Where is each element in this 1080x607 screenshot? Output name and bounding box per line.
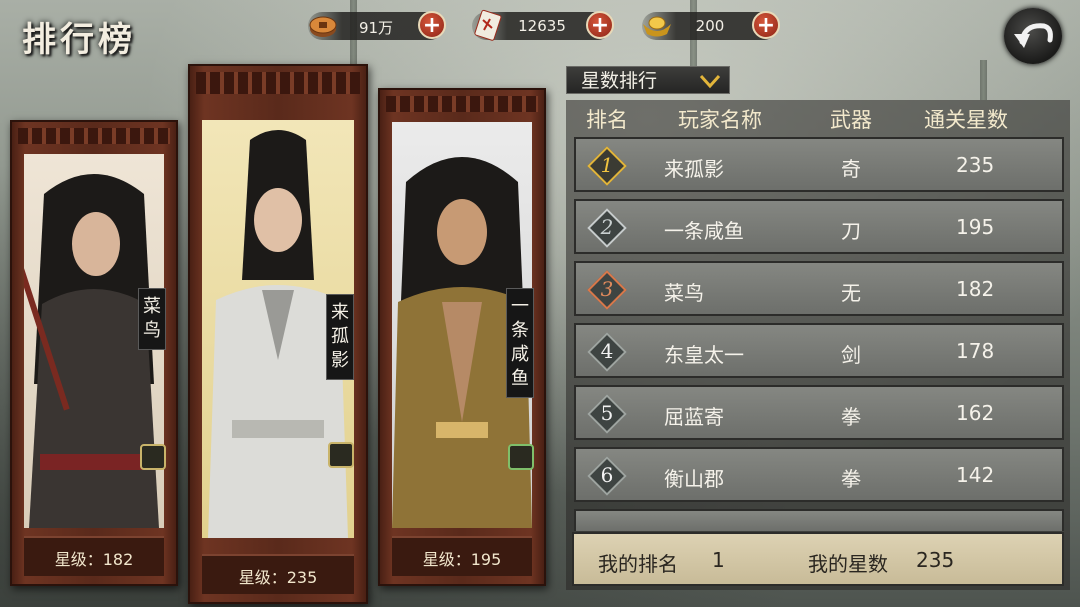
talisman-card-icon (474, 9, 502, 41)
ingot-value: 200 (695, 17, 725, 35)
header-stars: 通关星数 (924, 108, 1008, 132)
podium-card-rank-3[interactable]: 菜 鸟 星级：182 (10, 120, 178, 586)
weapon-value: 拳 (841, 467, 861, 491)
resource-ingot: 200 + (642, 11, 780, 40)
header-player-name: 玩家名称 (678, 108, 762, 132)
stars-value: 182 (956, 277, 995, 301)
fist-weapon-icon (140, 444, 166, 470)
my-stars-value: 235 (916, 548, 955, 572)
podium-card-rank-1[interactable]: 来 孤 影 星级：235 (188, 64, 368, 604)
rank-value: 1 (600, 153, 614, 177)
stars-value: 195 (956, 215, 995, 239)
weapon-value: 刀 (841, 219, 861, 243)
weapon-value: 无 (841, 281, 861, 305)
player-name: 屈蓝寄 (664, 405, 724, 429)
name-char: 一 (511, 296, 529, 317)
stars-bar: 星级：182 (24, 536, 164, 576)
name-char: 条 (511, 320, 529, 341)
rank-value: 3 (600, 277, 614, 301)
back-button[interactable] (1004, 8, 1062, 64)
rank-value: 2 (600, 215, 614, 239)
player-name: 来孤影 (664, 157, 724, 181)
resource-talisman: 12635 + (472, 9, 614, 41)
table-row[interactable]: 6 衡山郡 拳 142 (574, 447, 1064, 502)
rank-bronze-icon: 3 (586, 269, 628, 311)
player-name: 一条咸鱼 (664, 219, 744, 243)
talisman-value: 12635 (518, 17, 566, 35)
name-char: 鸟 (143, 320, 161, 341)
table-header: 排名 玩家名称 武器 通关星数 (566, 104, 1070, 134)
chevron-down-icon (699, 74, 721, 89)
player-name: 东皇太一 (664, 343, 744, 367)
header-weapon: 武器 (830, 108, 872, 132)
stars-value: 142 (956, 463, 995, 487)
add-ingot-button[interactable]: + (752, 11, 780, 39)
screen-title: 排行榜 (22, 20, 136, 60)
my-stars-label: 我的星数 (808, 552, 888, 576)
coins-value: 91万 (358, 19, 394, 37)
rank-badge-icon: 6 (586, 455, 628, 497)
table-row[interactable]: 3 菜鸟 无 182 (574, 261, 1064, 316)
podium-card-rank-2[interactable]: 一 条 咸 鱼 星级：195 (378, 88, 546, 586)
table-row-partial[interactable] (574, 509, 1064, 531)
card-carving (386, 96, 538, 112)
coin-icon (309, 16, 337, 37)
sword-weapon-icon (508, 444, 534, 470)
rank-value: 6 (600, 463, 614, 487)
stars-bar: 星级：195 (392, 536, 532, 576)
name-char: 来 (331, 302, 349, 323)
rank-badge-icon: 5 (586, 393, 628, 435)
star-level-label: 星级：182 (54, 550, 134, 569)
table-row[interactable]: 2 一条咸鱼 刀 195 (574, 199, 1064, 254)
stars-value: 162 (956, 401, 995, 425)
table-row[interactable]: 1 来孤影 奇 235 (574, 137, 1064, 192)
add-talisman-button[interactable]: + (586, 11, 614, 39)
name-char: 菜 (143, 296, 161, 317)
name-char: 咸 (511, 344, 529, 365)
star-level-label: 星级：235 (238, 568, 318, 587)
card-carving (18, 128, 170, 144)
sort-dropdown[interactable]: 星数排行 (566, 66, 730, 94)
stars-value: 178 (956, 339, 995, 363)
player-name: 菜鸟 (664, 281, 704, 305)
name-char: 影 (331, 350, 349, 371)
fist-weapon-icon (328, 442, 354, 468)
weapon-value: 拳 (841, 405, 861, 429)
gold-ingot-icon (643, 16, 671, 37)
my-rank-value: 1 (712, 548, 725, 572)
rank-badge-icon: 4 (586, 331, 628, 373)
name-char: 鱼 (511, 368, 529, 389)
resource-coins: 91万 + (308, 11, 446, 40)
rank-value: 5 (600, 401, 614, 425)
add-coins-button[interactable]: + (418, 11, 446, 39)
back-arrow-icon (1014, 23, 1053, 48)
my-ranking-bar: 我的排名 1 我的星数 235 (572, 532, 1064, 586)
star-level-label: 星级：195 (422, 550, 502, 569)
sort-label: 星数排行 (581, 70, 658, 92)
my-rank-label: 我的排名 (598, 552, 678, 576)
rank-gold-icon: 1 (586, 145, 628, 187)
table-row[interactable]: 4 东皇太一 剑 178 (574, 323, 1064, 378)
stars-bar: 星级：235 (202, 554, 354, 594)
stars-value: 235 (956, 153, 995, 177)
name-char: 孤 (331, 326, 349, 347)
rank-value: 4 (600, 339, 614, 363)
rank-silver-icon: 2 (586, 207, 628, 249)
player-name-vertical: 来 孤 影 (326, 294, 354, 380)
player-name: 衡山郡 (664, 467, 724, 491)
weapon-value: 剑 (841, 343, 861, 367)
weapon-value: 奇 (841, 157, 861, 181)
card-carving (196, 72, 360, 94)
player-name-vertical: 菜 鸟 (138, 288, 166, 350)
table-row[interactable]: 5 屈蓝寄 拳 162 (574, 385, 1064, 440)
header-rank: 排名 (586, 108, 628, 132)
bamboo-decoration (980, 60, 987, 100)
player-name-vertical: 一 条 咸 鱼 (506, 288, 534, 398)
